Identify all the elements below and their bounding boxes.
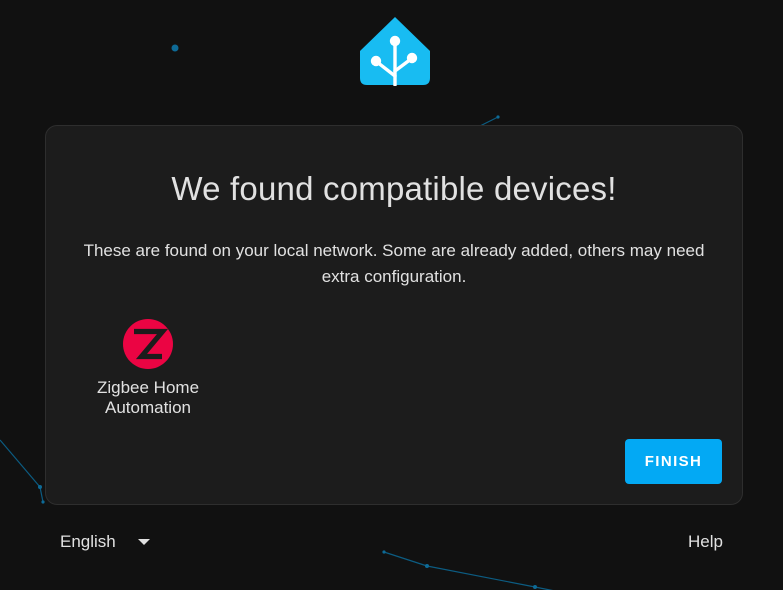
card-description: These are found on your local network. S…	[83, 241, 705, 286]
finish-button[interactable]: FINISH	[625, 439, 722, 484]
zigbee-logo-icon	[123, 319, 173, 369]
discovery-card: We found compatible devices! These are f…	[45, 125, 743, 505]
card-title: We found compatible devices!	[171, 170, 617, 207]
chevron-down-icon	[137, 539, 150, 545]
help-link[interactable]: Help	[688, 522, 723, 562]
device-tile-zigbee[interactable]: Zigbee Home Automation	[86, 318, 210, 418]
home-assistant-logo-icon	[360, 17, 430, 86]
onboarding-screen: We found compatible devices! These are f…	[0, 0, 783, 590]
device-label: Zigbee Home Automation	[96, 378, 200, 417]
language-selected-value: English	[60, 532, 116, 551]
footer: English Help	[45, 522, 743, 562]
language-select[interactable]: English	[60, 522, 150, 562]
